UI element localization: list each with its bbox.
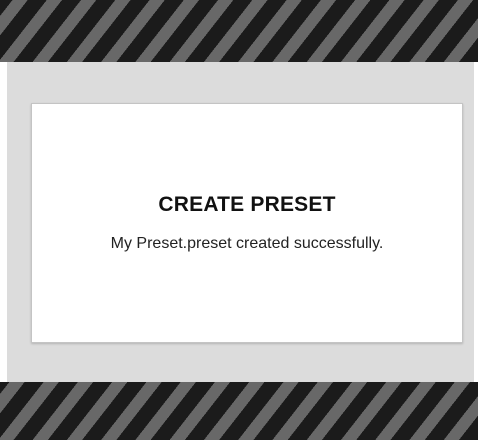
hazard-stripe-top: [0, 0, 478, 62]
create-preset-dialog: CREATE PRESET My Preset.preset created s…: [31, 103, 463, 343]
hazard-stripe-bottom: [0, 382, 478, 440]
dialog-message: My Preset.preset created successfully.: [110, 235, 384, 252]
screen: CREATE PRESET My Preset.preset created s…: [0, 0, 478, 440]
dialog-title: CREATE PRESET: [158, 193, 336, 216]
dialog-overlay-panel: CREATE PRESET My Preset.preset created s…: [7, 62, 474, 382]
